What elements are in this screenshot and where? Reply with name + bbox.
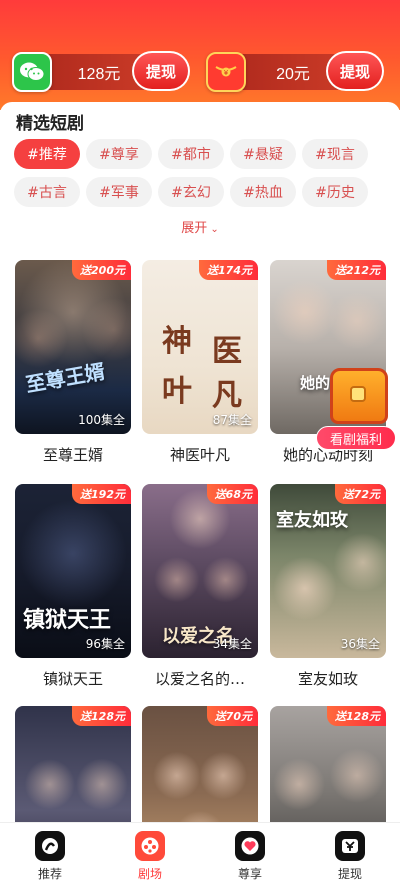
poster-title-art: 叶	[162, 374, 192, 409]
redpacket-withdraw-button[interactable]: 提现	[326, 51, 384, 91]
tab-premium[interactable]: 尊享	[220, 831, 280, 882]
episode-count: 36集全	[340, 637, 380, 651]
reward-badge: 送212元	[327, 260, 386, 280]
drama-title: 至尊王婿	[42, 446, 103, 464]
tab-withdraw[interactable]: 提现	[320, 831, 380, 882]
episode-count: 100集全	[78, 413, 125, 427]
wechat-icon	[12, 52, 52, 92]
recommend-icon	[35, 831, 65, 861]
poster-title-art: 室友如玫	[276, 510, 348, 531]
tag-suspense[interactable]: #悬疑	[230, 139, 296, 169]
tab-theater[interactable]: 剧场	[120, 831, 180, 882]
reward-badge: 送128元	[327, 706, 386, 726]
chevron-down-icon: ⌄	[207, 224, 219, 235]
reward-badge: 送174元	[199, 260, 258, 280]
drama-card[interactable]: 以爱之名 送68元 34集全 以爱之名的…	[142, 484, 258, 689]
heart-icon	[235, 831, 265, 861]
drama-poster: 镇狱天王 送192元 96集全	[15, 484, 131, 658]
drama-title: 镇狱天王	[42, 670, 103, 688]
withdraw-icon	[335, 831, 365, 861]
bottom-tab-bar: 推荐 剧场 尊享 提现	[0, 822, 400, 889]
red-packet-icon: ¥	[206, 52, 246, 92]
drama-poster: 至尊王婿 送200元 100集全	[15, 260, 131, 434]
welfare-gift-button[interactable]: 看剧福利	[316, 368, 396, 450]
theater-icon	[135, 831, 165, 861]
cash-withdraw-button[interactable]: 提现	[132, 51, 190, 91]
drama-title: 神医叶凡	[169, 446, 230, 464]
drama-title: 室友如玫	[297, 670, 358, 688]
drama-poster: 室友如玫 送72元 36集全	[270, 484, 386, 658]
tag-history[interactable]: #历史	[302, 177, 368, 207]
reward-badge: 送192元	[72, 484, 131, 504]
tag-urban[interactable]: #都市	[158, 139, 224, 169]
cash-amount: 128元	[77, 66, 121, 83]
tag-premium[interactable]: #尊享	[86, 139, 152, 169]
expand-toggle[interactable]: 展开 ⌄	[0, 217, 400, 236]
tab-recommend[interactable]: 推荐	[20, 831, 80, 882]
episode-count: 87集全	[212, 413, 252, 427]
section-title: 精选短剧	[16, 114, 84, 134]
drama-card[interactable]: 神 医 叶 凡 送174元 87集全 神医叶凡	[142, 260, 258, 465]
poster-title-art: 神	[162, 324, 192, 359]
poster-title-art: 医	[212, 334, 242, 369]
reward-badge: 送128元	[72, 706, 131, 726]
svg-text:¥: ¥	[224, 69, 229, 77]
episode-count: 34集全	[212, 637, 252, 651]
tag-ancient-romance[interactable]: #古言	[14, 177, 80, 207]
drama-card[interactable]: 至尊王婿 送200元 100集全 至尊王婿	[15, 260, 131, 465]
tag-hot-blood[interactable]: #热血	[230, 177, 296, 207]
drama-title: 以爱之名的…	[154, 670, 245, 688]
tag-military[interactable]: #军事	[86, 177, 152, 207]
cash-wallet: 128元 提现	[12, 51, 190, 92]
drama-poster: 神 医 叶 凡 送174元 87集全	[142, 260, 258, 434]
tag-modern-romance[interactable]: #现言	[302, 139, 368, 169]
poster-title-art: 镇狱天王	[23, 607, 112, 633]
reward-badge: 送72元	[334, 484, 386, 504]
tag-recommend[interactable]: #推荐	[14, 139, 80, 169]
drama-card[interactable]: 室友如玫 送72元 36集全 室友如玫	[270, 484, 386, 689]
drama-poster: 以爱之名 送68元 34集全	[142, 484, 258, 658]
tag-fantasy[interactable]: #玄幻	[158, 177, 224, 207]
reward-badge: 送200元	[72, 260, 131, 280]
redpacket-amount: 20元	[276, 66, 310, 83]
lock-icon	[350, 386, 366, 402]
reward-badge: 送70元	[206, 706, 258, 726]
episode-count: 96集全	[85, 637, 125, 651]
poster-title-art: 凡	[212, 378, 242, 413]
reward-badge: 送68元	[206, 484, 258, 504]
drama-card[interactable]: 镇狱天王 送192元 96集全 镇狱天王	[15, 484, 131, 689]
redpacket-wallet: ¥ 20元 提现	[206, 51, 384, 92]
gift-label: 看剧福利	[316, 426, 396, 450]
